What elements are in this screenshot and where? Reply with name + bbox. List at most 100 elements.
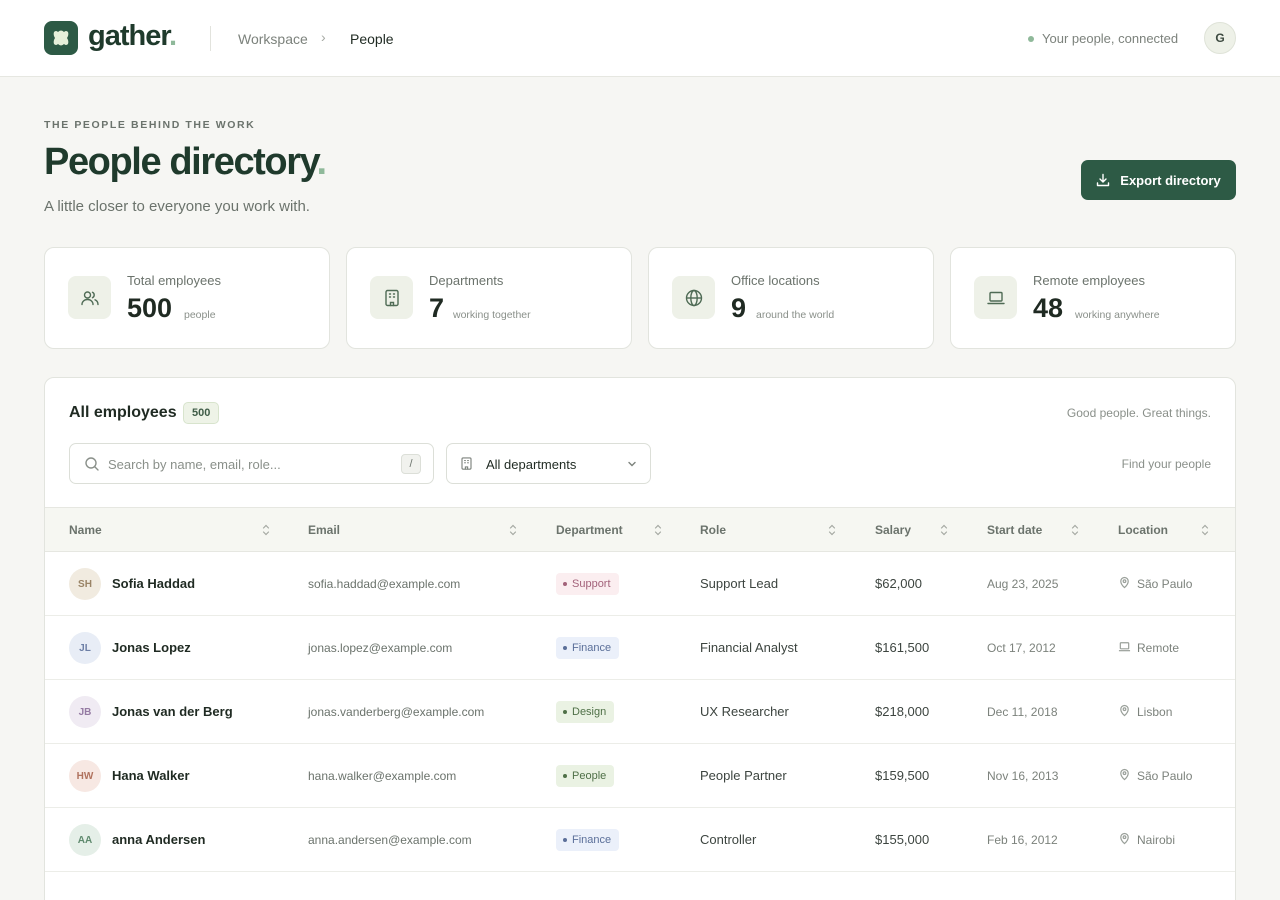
employee-role: People Partner [700,768,787,783]
table-row[interactable]: SH Sofia Haddad sofia.haddad@example.com Su… [45,552,1235,616]
department-label: Support [572,578,611,590]
header-divider [210,26,211,51]
column-header-salary[interactable]: Salary [875,523,911,537]
table-row[interactable]: JB Jonas van der Berg jonas.vanderberg@exa… [45,680,1235,744]
employee-email[interactable]: jonas.lopez@example.com [308,641,452,655]
department-dot-icon [563,774,567,778]
export-directory-button[interactable]: Export directory [1081,160,1236,200]
employee-email[interactable]: jonas.vanderberg@example.com [308,705,484,719]
page-subtitle: A little closer to everyone you work wit… [44,198,310,215]
department-filter-select[interactable]: All departments [446,443,651,484]
department-dot-icon [563,710,567,714]
export-button-label: Export directory [1120,172,1221,188]
stat-value: 48 [1033,293,1064,323]
employee-start-date: Aug 23, 2025 [987,577,1059,591]
column-header-email[interactable]: Email [308,523,340,537]
stat-unit: around the world [756,309,835,321]
status-text: Your people, connected [1042,31,1179,46]
search-box[interactable]: / [69,443,434,484]
department-label: Finance [572,834,612,846]
stat-label: Remote employees [1033,273,1145,288]
employee-role: Support Lead [700,576,779,591]
employees-table-card: All employees 500 Good people. Great thi… [44,377,1236,900]
employee-salary: $62,000 [875,576,922,591]
employee-start-date: Feb 16, 2012 [987,833,1058,847]
building-icon [370,276,413,319]
stat-unit: people [184,309,216,321]
stat-card-remote-employees: Remote employees 48 working anywhere [950,247,1236,349]
logo-wordmark[interactable]: gather. [88,20,177,53]
sort-icon[interactable] [939,523,949,537]
sort-icon[interactable] [508,523,518,537]
page-title: People directory. [44,141,327,183]
sort-icon[interactable] [1070,523,1080,537]
column-header-location[interactable]: Location [1118,523,1168,537]
table-row[interactable]: HW Hana Walker hana.walker@example.com Peop… [45,744,1235,808]
department-badge: Finance [556,829,620,851]
breadcrumb-chevron-icon: › [321,29,326,45]
stat-value: 500 [127,293,173,323]
map-pin-icon [1118,832,1131,850]
sort-icon[interactable] [261,523,271,537]
table-row[interactable]: JL Jonas Lopez jonas.lopez@example.com Fina… [45,616,1235,680]
table-row[interactable]: AA anna Andersen anna.andersen@example.com… [45,808,1235,872]
employee-name[interactable]: Hana Walker [112,768,190,783]
breadcrumb-people: People [350,31,394,47]
department-badge: People [556,765,615,787]
stat-label: Departments [429,273,504,288]
department-badge: Finance [556,637,620,659]
table-title: All employees [69,404,177,421]
department-badge: Support [556,573,619,595]
employee-name[interactable]: Jonas van der Berg [112,704,233,719]
laptop-icon [974,276,1017,319]
sort-icon[interactable] [827,523,837,537]
employee-salary: $155,000 [875,832,930,847]
user-avatar[interactable]: G [1204,22,1236,54]
page-eyebrow: THE PEOPLE BEHIND THE WORK [44,119,256,131]
map-pin-icon [1118,768,1131,786]
search-input[interactable] [108,454,388,474]
employee-name[interactable]: Sofia Haddad [112,576,195,591]
map-pin-icon [1118,576,1131,594]
stat-unit: working anywhere [1075,309,1160,321]
employee-location: Lisbon [1137,705,1173,719]
employee-email[interactable]: anna.andersen@example.com [308,833,472,847]
employee-start-date: Dec 11, 2018 [987,705,1058,719]
table-header: Name Email Department Role Salary Start … [45,507,1235,552]
map-pin-icon [1118,704,1131,722]
sort-icon[interactable] [1200,523,1210,537]
employee-salary: $161,500 [875,640,930,655]
column-header-start-date[interactable]: Start date [987,523,1042,537]
column-header-department[interactable]: Department [556,523,623,537]
department-dot-icon [563,838,567,842]
avatar: JB [69,696,101,728]
employee-role: Financial Analyst [700,640,798,655]
employee-name[interactable]: Jonas Lopez [112,640,191,655]
logo-icon[interactable] [44,21,78,55]
employee-name[interactable]: anna Andersen [112,832,205,847]
avatar: HW [69,760,101,792]
globe-icon [672,276,715,319]
employee-salary: $218,000 [875,704,930,719]
employee-email[interactable]: hana.walker@example.com [308,769,456,783]
breadcrumb-workspace[interactable]: Workspace [238,31,308,47]
column-header-name[interactable]: Name [69,523,102,537]
stat-unit: working together [453,309,531,321]
sort-icon[interactable] [653,523,663,537]
employee-role: UX Researcher [700,704,789,719]
employee-location: São Paulo [1137,577,1193,591]
stat-label: Office locations [731,273,820,288]
stat-label: Total employees [127,273,221,288]
department-label: Finance [572,642,612,654]
department-dot-icon [563,646,567,650]
employee-location: São Paulo [1137,769,1193,783]
employee-salary: $159,500 [875,768,930,783]
column-header-role[interactable]: Role [700,523,726,537]
building-icon [461,457,472,470]
table-tagline: Good people. Great things. [1066,406,1211,420]
stat-value: 7 [429,293,445,323]
table-hint: Find your people [1121,457,1211,471]
employee-start-date: Oct 17, 2012 [987,641,1056,655]
employee-email[interactable]: sofia.haddad@example.com [308,577,460,591]
employee-location: Nairobi [1137,833,1176,847]
